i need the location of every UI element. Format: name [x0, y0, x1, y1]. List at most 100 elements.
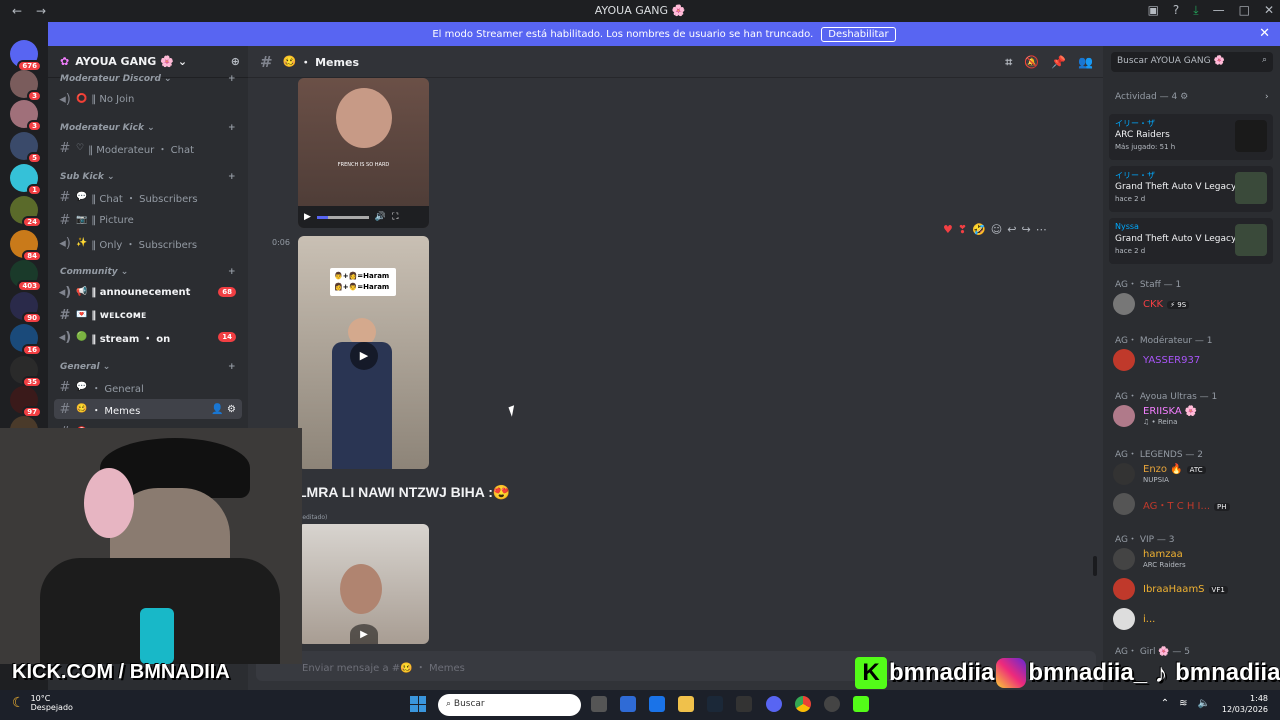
- video-attachment-3[interactable]: ▶: [298, 524, 429, 644]
- play-overlay-icon-2[interactable]: ▶: [350, 624, 378, 644]
- server-search-input[interactable]: Buscar AYOUA GANG 🌸 ⌕: [1111, 52, 1273, 72]
- channel-item[interactable]: # 💌 ‖ ᴡᴇʟᴄᴏᴍᴇ: [54, 305, 242, 325]
- server-icon[interactable]: 16: [10, 324, 42, 356]
- wifi-icon[interactable]: ≋: [1179, 698, 1187, 709]
- discord-taskbar-icon[interactable]: [766, 696, 782, 712]
- channel-item[interactable]: # 📷 ‖ Picture: [54, 210, 242, 230]
- outlook-icon[interactable]: [649, 696, 665, 712]
- close-banner-icon[interactable]: ✕: [1259, 26, 1270, 41]
- channel-item[interactable]: ◂) 🟢 ‖ stream ・ on 14: [54, 327, 242, 347]
- steam-icon[interactable]: [707, 696, 723, 712]
- server-icon: ✿: [60, 55, 70, 68]
- weather-widget[interactable]: ☾ 10°C Despejado: [12, 694, 73, 712]
- video-attachment-2[interactable]: 👨+👩=Haram 👩+👨=Haram ▶: [298, 236, 429, 469]
- activity-section[interactable]: Actividad — 4 ⚙ ›: [1115, 92, 1269, 102]
- category-header[interactable]: Moderateur Discord ⌄ +: [60, 74, 236, 84]
- member-item[interactable]: YASSER937: [1113, 347, 1273, 373]
- threads-icon[interactable]: ⌗: [1005, 55, 1012, 70]
- server-icon[interactable]: 1: [10, 164, 42, 196]
- minimize-icon[interactable]: —: [1213, 3, 1225, 18]
- members-icon[interactable]: 👥: [1078, 55, 1093, 70]
- member-item[interactable]: CKK ⚡ 9S: [1113, 291, 1273, 317]
- server-icon[interactable]: 3: [10, 70, 42, 102]
- taskbar-search-input[interactable]: ⌕ Buscar: [438, 694, 581, 716]
- create-channel-icon[interactable]: +: [228, 74, 236, 84]
- add-member-icon[interactable]: ⊕: [231, 55, 240, 68]
- role-header: AG・ LEGENDS — 2: [1115, 450, 1204, 460]
- download-icon[interactable]: ⤓: [1193, 3, 1198, 18]
- more-icon[interactable]: ⋯: [1036, 223, 1047, 236]
- activity-card[interactable]: イリー・ザ Grand Theft Auto V Legacy hace 2 d: [1109, 166, 1273, 212]
- disable-streamer-button[interactable]: Deshabilitar: [821, 26, 896, 42]
- server-icon[interactable]: 3: [10, 100, 42, 132]
- inbox-icon[interactable]: ▣: [1148, 3, 1159, 18]
- channel-item[interactable]: # 💬 ‖ Chat ・ Subscribers: [54, 187, 242, 207]
- channel-item[interactable]: # 🥴 ・ Memes 👤 ⚙: [54, 399, 242, 419]
- channel-item[interactable]: # 💬 ・ General: [54, 377, 242, 397]
- member-item[interactable]: i...: [1113, 606, 1273, 632]
- play-icon[interactable]: ▶: [304, 212, 311, 222]
- channel-item[interactable]: ◂) ⭕ ‖ No Join: [54, 89, 242, 109]
- maximize-icon[interactable]: □: [1239, 3, 1250, 18]
- message-timestamp: 0:06: [272, 238, 290, 247]
- server-icon[interactable]: 97: [10, 386, 42, 418]
- store-icon[interactable]: [620, 696, 636, 712]
- category-header[interactable]: Moderateur Kick ⌄ +: [60, 123, 236, 133]
- channel-item[interactable]: ◂) 📢 ‖ announecement 68: [54, 282, 242, 302]
- kick-logo-icon: K: [855, 657, 887, 689]
- video-progress[interactable]: [316, 215, 369, 219]
- play-overlay-icon[interactable]: ▶: [350, 342, 378, 370]
- taskbar-clock[interactable]: 1:48 12/03/2026: [1222, 693, 1268, 715]
- member-item[interactable]: hamzaa ARC Raiders: [1113, 546, 1273, 572]
- hearts-reaction-icon[interactable]: ❣: [958, 223, 967, 236]
- heart-reaction-icon[interactable]: ♥: [943, 223, 953, 236]
- forward-icon[interactable]: ↪: [1021, 223, 1030, 236]
- tray-expand-icon[interactable]: ⌃: [1161, 698, 1169, 709]
- server-icon[interactable]: 35: [10, 356, 42, 388]
- channel-item[interactable]: ◂) ✨ ‖ Only ・ Subscribers: [54, 233, 242, 253]
- task-view-icon[interactable]: [591, 696, 607, 712]
- chevron-right-icon[interactable]: ›: [1265, 92, 1269, 102]
- create-channel-icon[interactable]: +: [228, 362, 236, 372]
- category-header[interactable]: Sub Kick ⌄ +: [60, 172, 236, 182]
- kick-taskbar-icon[interactable]: [853, 696, 869, 712]
- obs-icon[interactable]: [824, 696, 840, 712]
- server-icon[interactable]: 84: [10, 230, 42, 262]
- member-item[interactable]: IbraaHaamS VF1: [1113, 576, 1273, 602]
- chrome-icon[interactable]: [795, 696, 811, 712]
- add-reaction-icon[interactable]: ☺: [991, 223, 1002, 236]
- server-icon[interactable]: 676: [10, 40, 42, 72]
- chat-scrollbar[interactable]: [1093, 556, 1097, 576]
- category-header[interactable]: Community ⌄ +: [60, 267, 236, 277]
- server-icon[interactable]: 24: [10, 196, 42, 228]
- volume-tray-icon[interactable]: 🔈: [1198, 698, 1210, 709]
- laugh-reaction-icon[interactable]: 🤣: [972, 223, 986, 236]
- server-icon[interactable]: 5: [10, 132, 42, 164]
- explorer-icon[interactable]: [678, 696, 694, 712]
- close-window-icon[interactable]: ✕: [1264, 3, 1274, 18]
- create-channel-icon[interactable]: +: [228, 267, 236, 277]
- category-header[interactable]: General ⌄ +: [60, 362, 236, 372]
- mute-icon[interactable]: 🔕: [1024, 55, 1039, 70]
- create-channel-icon[interactable]: +: [228, 172, 236, 182]
- server-icon[interactable]: 403: [10, 260, 42, 292]
- member-item[interactable]: ERIISKA 🌸 ♫ • Reina: [1113, 403, 1273, 429]
- member-item[interactable]: AG・T C H I... PH: [1113, 491, 1273, 517]
- activity-card[interactable]: Nyssa Grand Theft Auto V Legacy hace 2 d: [1109, 218, 1273, 264]
- chevron-down-icon: ⌄: [99, 362, 111, 372]
- volume-icon[interactable]: 🔊: [375, 212, 386, 222]
- member-item[interactable]: Enzo 🔥 ATC NUPSIA: [1113, 461, 1273, 487]
- channel-settings-icon[interactable]: 👤 ⚙: [211, 404, 236, 415]
- server-icon[interactable]: 90: [10, 292, 42, 324]
- server-badge: 5: [27, 152, 42, 164]
- fullscreen-icon[interactable]: ⛶: [392, 212, 398, 222]
- capture-icon[interactable]: [736, 696, 752, 712]
- channel-item[interactable]: # ♡ ‖ Moderateur ・ Chat: [54, 138, 242, 158]
- video-attachment[interactable]: FRENCH IS SO HARD ▶ 🔊 ⛶: [298, 78, 429, 228]
- start-button-icon[interactable]: [410, 696, 426, 712]
- create-channel-icon[interactable]: +: [228, 123, 236, 133]
- help-icon[interactable]: ?: [1173, 3, 1179, 18]
- activity-card[interactable]: イリー・ザ ARC Raiders Más jugado: 51 h: [1109, 114, 1273, 160]
- reply-icon[interactable]: ↩: [1007, 223, 1016, 236]
- pin-icon[interactable]: 📌: [1051, 55, 1066, 70]
